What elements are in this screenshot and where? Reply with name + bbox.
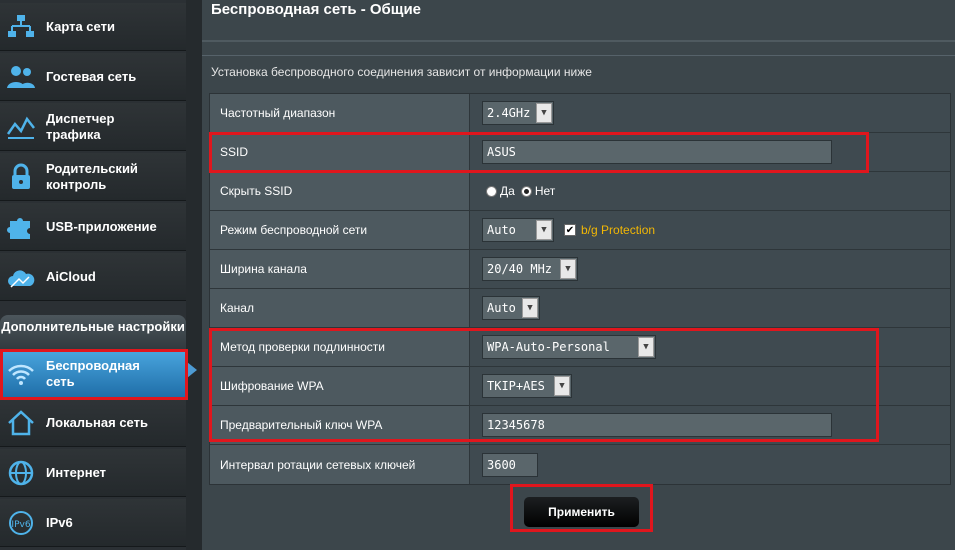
hide-ssid-yes-radio[interactable]: Да xyxy=(486,184,515,198)
chevron-down-icon: ▼ xyxy=(536,220,552,240)
band-select[interactable]: 2.4GHz ▼ xyxy=(482,101,554,125)
band-label: Частотный диапазон xyxy=(210,94,470,132)
settings-table: Частотный диапазон 2.4GHz ▼ SSID ASUS Ск… xyxy=(209,93,951,485)
channel-width-select[interactable]: 20/40 MHz ▼ xyxy=(482,257,578,281)
channel-select[interactable]: Auto ▼ xyxy=(482,296,540,320)
bg-protection-checkbox[interactable]: ✔ xyxy=(564,224,576,236)
channel-label: Канал xyxy=(210,289,470,327)
chevron-down-icon: ▼ xyxy=(522,298,538,318)
row-ssid: SSID ASUS xyxy=(210,133,950,172)
sidebar-item-traffic-manager[interactable]: Диспетчер трафика xyxy=(0,103,186,151)
hide-ssid-label: Скрыть SSID xyxy=(210,172,470,210)
divider xyxy=(202,40,955,42)
advanced-settings-header: Дополнительные настройки xyxy=(0,315,186,349)
sidebar-item-label: USB-приложение xyxy=(46,218,157,234)
hide-ssid-no-radio[interactable]: Нет xyxy=(520,184,555,198)
sidebar-item-label: Беспроводная сеть xyxy=(46,357,140,389)
sidebar-item-aicloud[interactable]: AiCloud xyxy=(0,253,186,301)
guest-network-icon xyxy=(0,53,42,101)
wifi-icon xyxy=(0,350,42,398)
globe-icon xyxy=(0,449,42,497)
wpa-encryption-select[interactable]: TKIP+AES ▼ xyxy=(482,374,572,398)
wpa-encryption-label: Шифрование WPA xyxy=(210,367,470,405)
apply-button[interactable]: Применить xyxy=(524,497,639,527)
svg-text:IPv6: IPv6 xyxy=(11,520,30,530)
lock-icon xyxy=(0,153,42,201)
sidebar-item-internet[interactable]: Интернет xyxy=(0,449,186,497)
sidebar-item-label: Интернет xyxy=(46,464,107,480)
auth-method-select[interactable]: WPA-Auto-Personal ▼ xyxy=(482,335,656,359)
sidebar-item-label: Диспетчер трафика xyxy=(46,110,115,142)
divider xyxy=(202,55,955,56)
puzzle-icon xyxy=(0,203,42,251)
sidebar-item-label: Карта сети xyxy=(46,18,115,34)
traffic-manager-icon xyxy=(0,103,42,151)
row-wpa-key: Предварительный ключ WPA 12345678 xyxy=(210,406,950,445)
sidebar-divider xyxy=(186,0,202,550)
sidebar-item-usb-application[interactable]: USB-приложение xyxy=(0,203,186,251)
wireless-mode-select[interactable]: Auto ▼ xyxy=(482,218,554,242)
wpa-key-label: Предварительный ключ WPA xyxy=(210,406,470,444)
row-auth-method: Метод проверки подлинности WPA-Auto-Pers… xyxy=(210,328,950,367)
bg-protection-label: b/g Protection xyxy=(581,223,656,237)
channel-width-label: Ширина канала xyxy=(210,250,470,288)
sidebar-item-ipv6[interactable]: IPv6 IPv6 xyxy=(0,499,186,547)
sidebar-item-label: Гостевая сеть xyxy=(46,68,137,84)
page-description: Установка беспроводного соединения завис… xyxy=(211,65,592,79)
auth-method-label: Метод проверки подлинности xyxy=(210,328,470,366)
network-map-icon xyxy=(0,3,42,51)
chevron-down-icon: ▼ xyxy=(554,376,570,396)
ssid-label: SSID xyxy=(210,133,470,171)
wpa-key-input[interactable]: 12345678 xyxy=(482,413,832,437)
cloud-icon xyxy=(0,253,42,301)
row-band: Частотный диапазон 2.4GHz ▼ xyxy=(210,94,950,133)
page-title: Беспроводная сеть - Общие xyxy=(211,1,422,18)
chevron-down-icon: ▼ xyxy=(560,259,576,279)
row-wpa-encryption: Шифрование WPA TKIP+AES ▼ xyxy=(210,367,950,406)
chevron-down-icon: ▼ xyxy=(536,103,552,123)
sidebar-item-parental-control[interactable]: Родительский контроль xyxy=(0,153,186,201)
sidebar: Карта сети Гостевая сеть Диспетчер трафи… xyxy=(0,0,202,550)
chevron-down-icon: ▼ xyxy=(638,337,654,357)
sidebar-item-network-map[interactable]: Карта сети xyxy=(0,3,186,51)
ssid-input[interactable]: ASUS xyxy=(482,140,832,164)
row-hide-ssid: Скрыть SSID Да Нет xyxy=(210,172,950,211)
row-channel: Канал Auto ▼ xyxy=(210,289,950,328)
sidebar-item-guest-network[interactable]: Гостевая сеть xyxy=(0,53,186,101)
sidebar-item-wireless[interactable]: Беспроводная сеть xyxy=(0,350,186,398)
row-key-rotation: Интервал ротации сетевых ключей 3600 xyxy=(210,445,950,484)
row-wireless-mode: Режим беспроводной сети Auto ▼ ✔ b/g Pro… xyxy=(210,211,950,250)
main-panel: Беспроводная сеть - Общие Установка бесп… xyxy=(202,0,955,550)
sidebar-item-label: AiCloud xyxy=(46,268,96,284)
home-icon xyxy=(0,399,42,447)
sidebar-item-label: Локальная сеть xyxy=(46,414,148,430)
row-channel-width: Ширина канала 20/40 MHz ▼ xyxy=(210,250,950,289)
sidebar-item-label: IPv6 xyxy=(46,514,73,530)
sidebar-item-label: Родительский контроль xyxy=(46,160,138,192)
ipv6-icon: IPv6 xyxy=(0,499,42,547)
sidebar-item-lan[interactable]: Локальная сеть xyxy=(0,399,186,447)
key-rotation-label: Интервал ротации сетевых ключей xyxy=(210,445,470,484)
key-rotation-input[interactable]: 3600 xyxy=(482,452,538,477)
active-item-pointer xyxy=(187,362,197,378)
wireless-mode-label: Режим беспроводной сети xyxy=(210,211,470,249)
